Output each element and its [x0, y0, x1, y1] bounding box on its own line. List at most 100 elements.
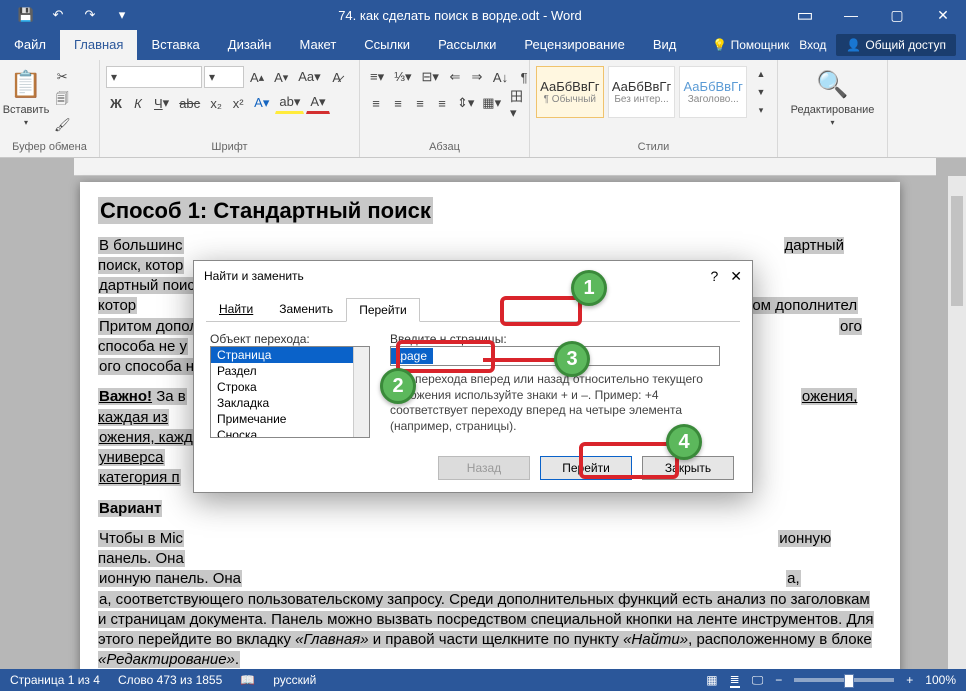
change-case-icon[interactable]: Aa▾: [294, 66, 324, 88]
list-item[interactable]: Сноска: [211, 427, 369, 438]
shrink-font-icon[interactable]: A▾: [270, 66, 292, 88]
format-painter-icon[interactable]: 🖌: [50, 114, 75, 136]
font-color-button[interactable]: A▾: [306, 92, 329, 114]
editing-button[interactable]: 🔍 Редактирование▾: [813, 66, 853, 132]
status-spellcheck-icon[interactable]: 📖: [240, 673, 255, 687]
sort-icon[interactable]: A↓: [489, 66, 512, 88]
text-effects-button[interactable]: A▾: [250, 92, 273, 114]
numbering-icon[interactable]: ⅓▾: [390, 66, 415, 88]
tab-design[interactable]: Дизайн: [214, 30, 286, 60]
styles-scroll-up-icon[interactable]: ▲: [751, 66, 771, 82]
listbox-scrollbar[interactable]: [353, 347, 369, 437]
indent-icon[interactable]: ⇒: [467, 66, 487, 88]
dialog-tab-replace[interactable]: Заменить: [266, 297, 346, 321]
list-item[interactable]: Страница: [211, 347, 369, 363]
bullets-icon[interactable]: ≡▾: [366, 66, 388, 88]
tell-me[interactable]: 💡 Помощник: [712, 38, 789, 52]
tab-references[interactable]: Ссылки: [350, 30, 424, 60]
cut-icon[interactable]: ✂: [50, 66, 75, 88]
group-clipboard: 📋 Вставить▾ ✂ 🗐 🖌 Буфер обмена: [0, 60, 100, 157]
list-item[interactable]: Примечание: [211, 411, 369, 427]
subscript-button[interactable]: x₂: [206, 92, 226, 114]
ruler[interactable]: [74, 158, 936, 176]
pagenum-label: Введите н страницы:: [390, 332, 507, 346]
bold-button[interactable]: Ж: [106, 92, 126, 114]
font-size-combo[interactable]: ▾: [204, 66, 244, 88]
font-name-combo[interactable]: ▾: [106, 66, 202, 88]
superscript-button[interactable]: x²: [228, 92, 248, 114]
style-nospacing[interactable]: АаБбВвГг Без интер...: [608, 66, 676, 118]
grow-font-icon[interactable]: A▴: [246, 66, 268, 88]
styles-scroll-down-icon[interactable]: ▼: [751, 84, 771, 100]
zoom-level[interactable]: 100%: [925, 673, 956, 687]
group-styles: АаБбВвГг ¶ Обычный АаБбВвГг Без интер...…: [530, 60, 778, 157]
justify-icon[interactable]: ≡: [432, 92, 452, 114]
object-label: Объект перехода:: [210, 332, 310, 346]
underline-button[interactable]: Ч▾: [150, 92, 173, 114]
sign-in[interactable]: Вход: [799, 38, 826, 52]
clear-formatting-icon[interactable]: A̷: [327, 66, 347, 88]
zoom-slider[interactable]: [794, 678, 894, 682]
zoom-in-icon[interactable]: +: [906, 673, 913, 687]
list-item[interactable]: Закладка: [211, 395, 369, 411]
view-read-icon[interactable]: ▦: [706, 673, 717, 687]
callout-3: 3: [554, 341, 590, 377]
vertical-scrollbar[interactable]: [948, 176, 966, 669]
list-item[interactable]: Раздел: [211, 363, 369, 379]
italic-button[interactable]: К: [128, 92, 148, 114]
group-label-clipboard: Буфер обмена: [6, 139, 93, 157]
group-label-styles: Стили: [536, 139, 771, 157]
style-heading1[interactable]: АаБбВвГг Заголово...: [679, 66, 747, 118]
line-spacing-icon[interactable]: ⇕▾: [454, 92, 477, 114]
list-item[interactable]: Строка: [211, 379, 369, 395]
multilevel-icon[interactable]: ⊟▾: [418, 66, 443, 88]
dialog-help-icon[interactable]: ?: [710, 268, 718, 285]
status-words[interactable]: Слово 473 из 1855: [118, 673, 222, 687]
tab-insert[interactable]: Вставка: [137, 30, 213, 60]
shading-icon[interactable]: ▦▾: [479, 92, 504, 114]
group-editing: 🔍 Редактирование▾: [778, 60, 888, 157]
borders-icon[interactable]: 田▾: [506, 92, 531, 114]
align-right-icon[interactable]: ≡: [410, 92, 430, 114]
dialog-tab-find[interactable]: Найти: [206, 297, 266, 321]
share-button[interactable]: 👤 Общий доступ: [836, 34, 956, 56]
tab-review[interactable]: Рецензирование: [510, 30, 638, 60]
tab-layout[interactable]: Макет: [285, 30, 350, 60]
view-web-icon[interactable]: 🖵: [752, 673, 764, 688]
group-label-editing: [784, 139, 881, 157]
dialog-tab-goto[interactable]: Перейти: [346, 298, 420, 322]
doc-heading-1: Способ 1: Стандартный поиск: [98, 197, 433, 224]
outdent-icon[interactable]: ⇐: [445, 66, 465, 88]
align-left-icon[interactable]: ≡: [366, 92, 386, 114]
status-page[interactable]: Страница 1 из 4: [10, 673, 100, 687]
tab-home[interactable]: Главная: [60, 30, 137, 60]
callout-4: 4: [666, 424, 702, 460]
search-icon: 🔍: [816, 66, 848, 102]
tab-view[interactable]: Вид: [639, 30, 691, 60]
redo-icon[interactable]: ↷: [74, 0, 106, 30]
minimize-icon[interactable]: —: [828, 0, 874, 30]
close-icon[interactable]: ✕: [920, 0, 966, 30]
strike-button[interactable]: abc: [175, 92, 204, 114]
style-normal[interactable]: АаБбВвГг ¶ Обычный: [536, 66, 604, 118]
zoom-out-icon[interactable]: −: [775, 673, 782, 687]
dialog-titlebar[interactable]: Найти и заменить ? ✕: [194, 261, 752, 291]
styles-expand-icon[interactable]: ▾: [751, 102, 771, 118]
goto-button[interactable]: Перейти: [540, 456, 632, 480]
qat-customize-icon[interactable]: ▾: [106, 0, 138, 30]
object-listbox[interactable]: Страница Раздел Строка Закладка Примечан…: [210, 346, 370, 438]
close-button[interactable]: Закрыть: [642, 456, 734, 480]
undo-icon[interactable]: ↶: [42, 0, 74, 30]
highlight-button[interactable]: ab▾: [275, 92, 304, 114]
save-icon[interactable]: 💾: [10, 0, 42, 30]
status-language[interactable]: русский: [273, 673, 316, 687]
paste-button[interactable]: 📋 Вставить▾: [6, 66, 46, 132]
dialog-close-icon[interactable]: ✕: [730, 268, 742, 285]
view-print-icon[interactable]: ≣: [730, 672, 740, 688]
ribbon-options-icon[interactable]: ▭: [782, 0, 828, 30]
copy-icon[interactable]: 🗐: [50, 90, 75, 112]
maximize-icon[interactable]: ▢: [874, 0, 920, 30]
align-center-icon[interactable]: ≡: [388, 92, 408, 114]
tab-file[interactable]: Файл: [0, 30, 60, 60]
tab-mailings[interactable]: Рассылки: [424, 30, 510, 60]
